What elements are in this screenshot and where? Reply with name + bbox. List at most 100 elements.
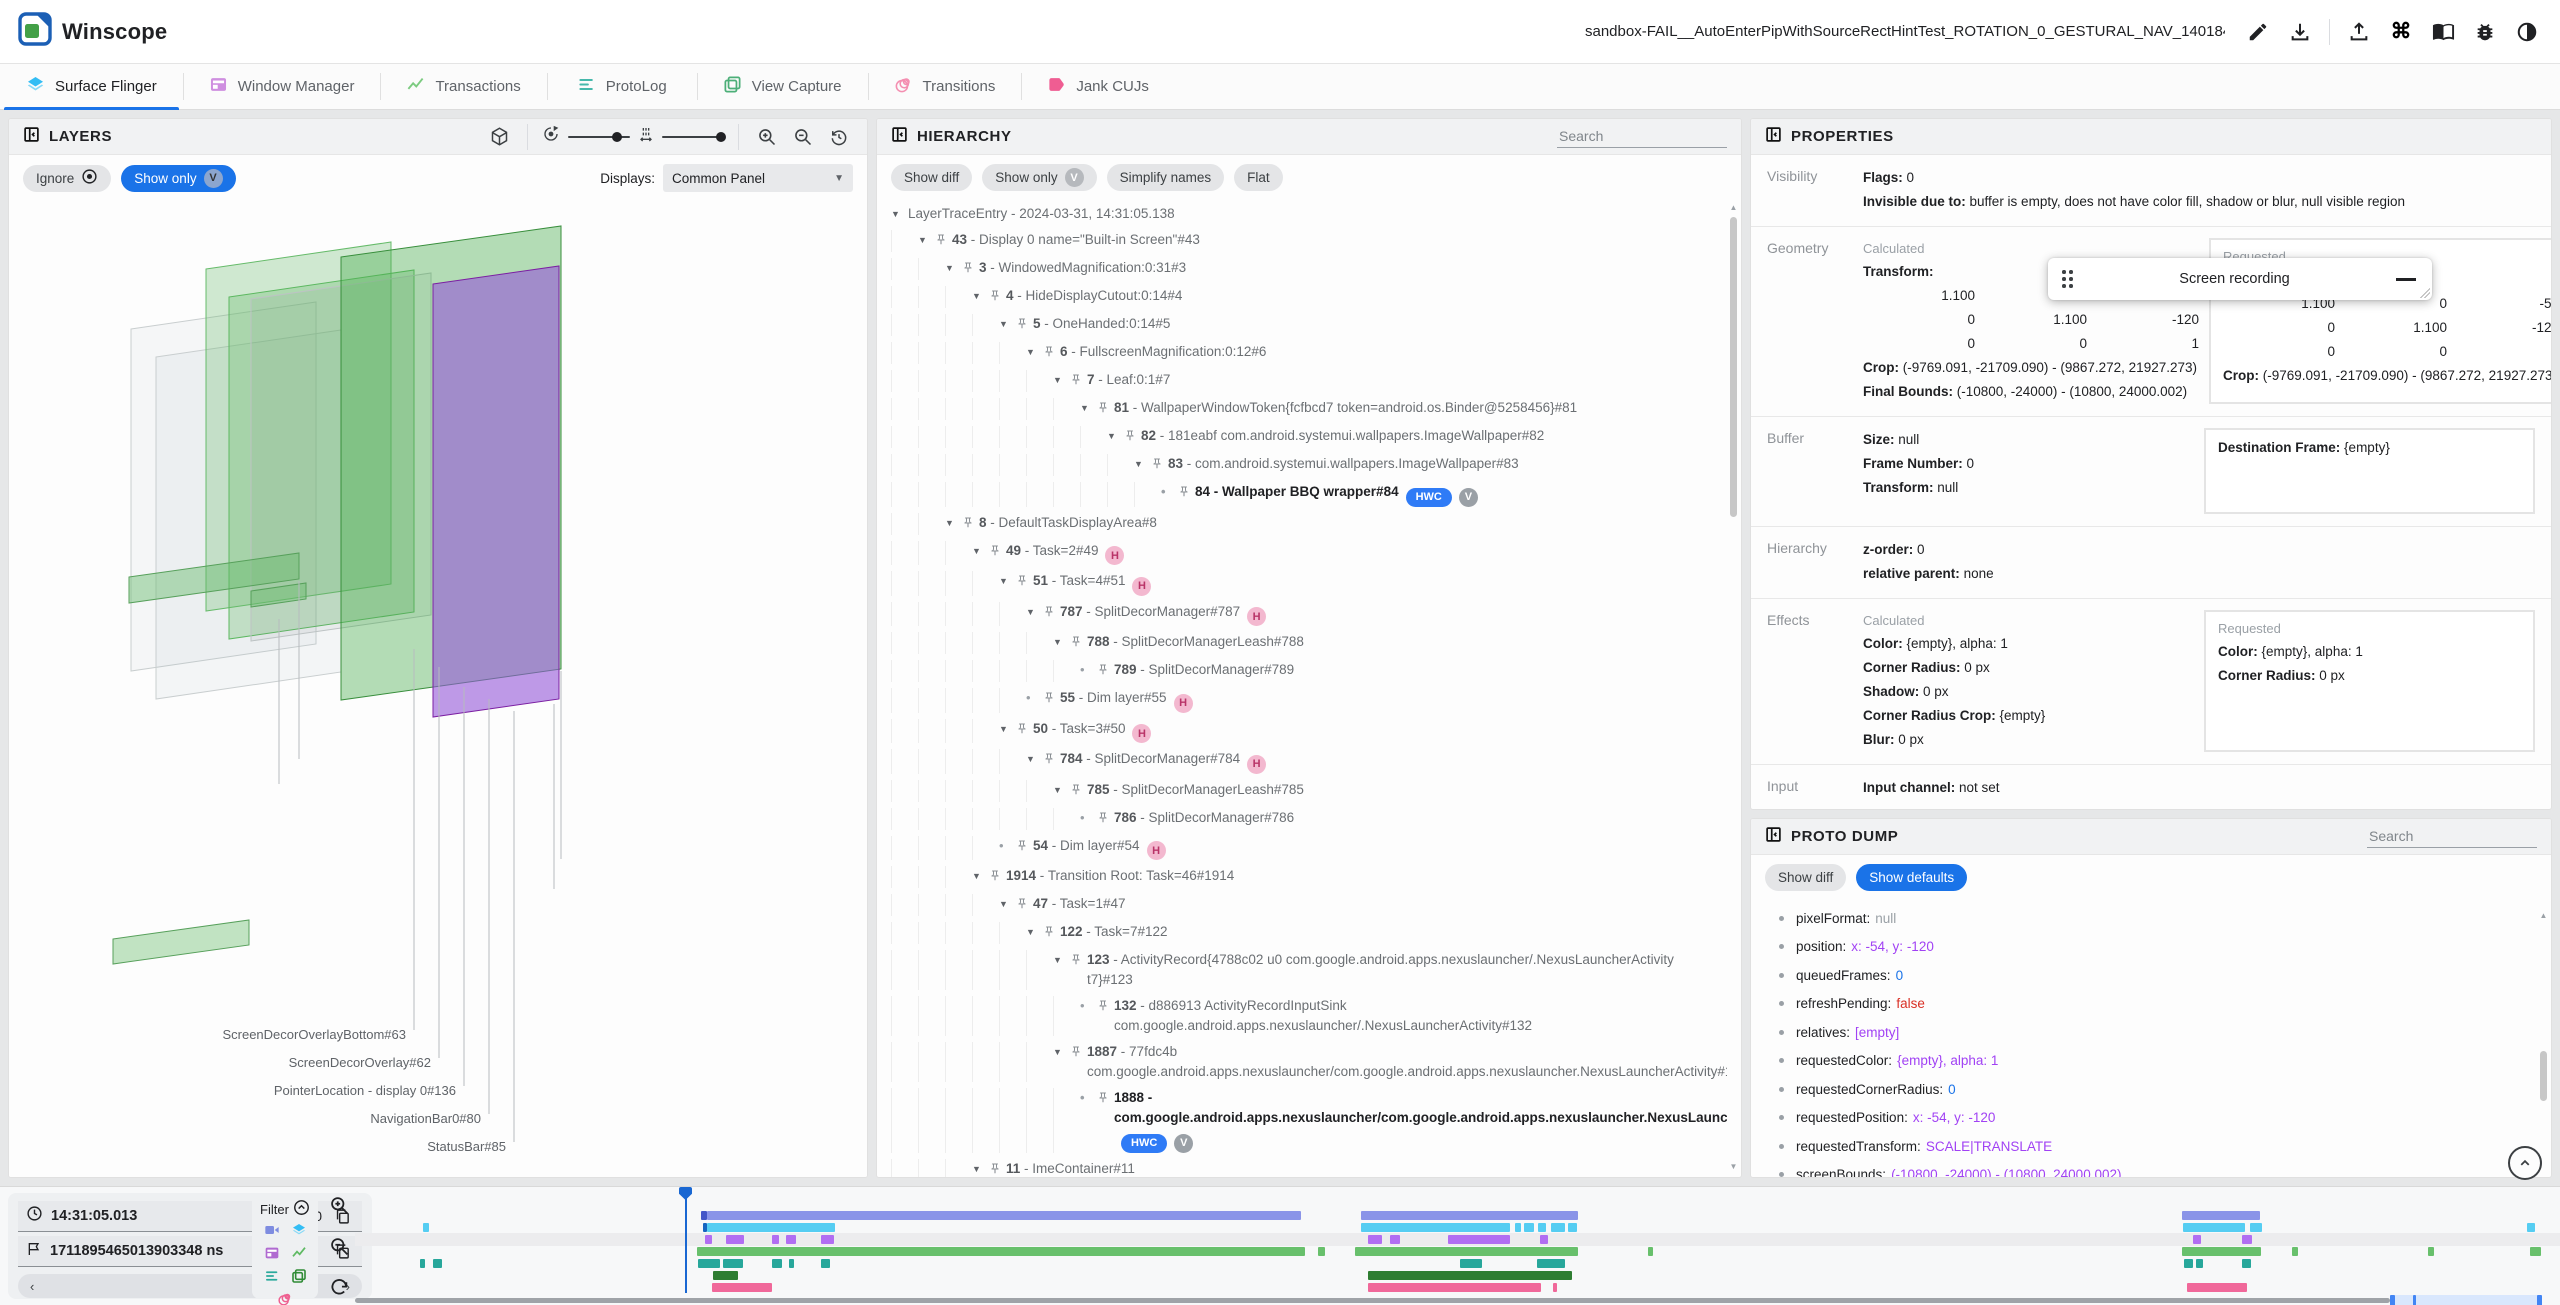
report-bug-button[interactable]	[2466, 13, 2504, 51]
tree-row[interactable]: • 132 - d886913 ActivityRecordInputSink c…	[877, 993, 1727, 1039]
expand-arrow-icon[interactable]: ▼	[1107, 426, 1124, 446]
pin-icon[interactable]	[1151, 454, 1168, 476]
tree-row[interactable]: ▼ 83 - com.android.systemui.wallpapers.Im…	[877, 451, 1727, 479]
pin-icon[interactable]	[1043, 688, 1060, 710]
tab-transactions[interactable]: Transactions	[380, 64, 546, 109]
expand-arrow-icon[interactable]: ▼	[972, 286, 989, 306]
tree-row[interactable]: ▼ 50 - Task=3#50 H	[877, 716, 1727, 747]
hierarchy-search-input[interactable]	[1557, 125, 1727, 148]
layer-label[interactable]: ScreenDecorOverlay#62	[289, 1055, 431, 1070]
minimap-tick[interactable]	[2537, 1295, 2542, 1305]
tree-row[interactable]: • 789 - SplitDecorManager#789	[877, 657, 1727, 685]
pin-icon[interactable]	[1097, 660, 1114, 682]
minimap-tick[interactable]	[2413, 1295, 2416, 1305]
tree-row[interactable]: • 54 - Dim layer#54 H	[877, 833, 1727, 864]
tree-row[interactable]: ▼ 785 - SplitDecorManagerLeash#785	[877, 777, 1727, 805]
tab-protolog[interactable]: ProtoLog	[546, 64, 697, 109]
ignore-chip[interactable]: Ignore	[23, 164, 112, 192]
pin-icon[interactable]	[1016, 571, 1033, 593]
pin-icon[interactable]	[962, 258, 979, 280]
tab-surface-flinger[interactable]: Surface Flinger	[0, 64, 183, 110]
tree-row[interactable]: ▼ 123 - ActivityRecord{4788c02 u0 com.goo…	[877, 947, 1727, 993]
expand-arrow-icon[interactable]: ▼	[972, 866, 989, 886]
tree-row[interactable]: ▼ LayerTraceEntry - 2024-03-31, 14:31:05.…	[877, 201, 1727, 227]
tree-row[interactable]: ▼ 1914 - Transition Root: Task=46#1914	[877, 863, 1727, 891]
pin-icon[interactable]	[1016, 836, 1033, 858]
tree-row[interactable]: ▼ 122 - Task=7#122	[877, 919, 1727, 947]
drag-handle-icon[interactable]	[2062, 270, 2073, 288]
pin-icon[interactable]	[1070, 370, 1087, 392]
layer-label[interactable]: StatusBar#85	[427, 1139, 506, 1154]
resize-grip[interactable]	[2420, 288, 2430, 298]
tree-row[interactable]: ▼ 3 - WindowedMagnification:0:31#3	[877, 255, 1727, 283]
expand-arrow-icon[interactable]: ▼	[918, 230, 935, 250]
tree-row[interactable]: ▼ 1887 - 77fdc4b com.google.android.apps.…	[877, 1039, 1727, 1085]
theme-toggle-button[interactable]	[2508, 13, 2546, 51]
tree-row[interactable]: ▼ 784 - SplitDecorManager#784 H	[877, 746, 1727, 777]
minimap-track[interactable]	[355, 1298, 2390, 1303]
upload-button[interactable]	[2340, 13, 2378, 51]
proto-row[interactable]: screenBounds: (-10800, -24000) - (10800, …	[1779, 1161, 2541, 1177]
tab-view-capture[interactable]: View Capture	[696, 64, 868, 109]
expand-arrow-icon[interactable]: ▼	[1026, 602, 1043, 622]
tree-row[interactable]: ▼ 11 - ImeContainer#11	[877, 1156, 1727, 1178]
tree-row[interactable]: ▼ 47 - Task=1#47	[877, 891, 1727, 919]
proto-row[interactable]: requestedPosition: x: -54, y: -120	[1779, 1104, 2541, 1133]
tree-row[interactable]: ▼ 49 - Task=2#49 H	[877, 538, 1727, 569]
pin-icon[interactable]	[1070, 950, 1087, 972]
download-button[interactable]	[2281, 13, 2319, 51]
rotation-slider[interactable]	[568, 131, 630, 142]
expand-arrow-icon[interactable]: ▼	[999, 314, 1016, 334]
tree-row[interactable]: ▼ 4 - HideDisplayCutout:0:14#4	[877, 283, 1727, 311]
layer-label[interactable]: NavigationBar0#80	[370, 1111, 481, 1126]
tree-row[interactable]: • 55 - Dim layer#55 H	[877, 685, 1727, 716]
tree-row[interactable]: ▼ 787 - SplitDecorManager#787 H	[877, 599, 1727, 630]
pin-icon[interactable]	[1097, 1088, 1114, 1110]
tree-row[interactable]: ▼ 788 - SplitDecorManagerLeash#788	[877, 629, 1727, 657]
timeline-cursor[interactable]	[685, 1189, 687, 1293]
tree-row[interactable]: • 1888 - com.google.android.apps.nexuslau…	[877, 1085, 1727, 1156]
expand-arrow-icon[interactable]: ▼	[999, 894, 1016, 914]
chip-show-defaults[interactable]: Show defaults	[1856, 864, 1968, 891]
pin-icon[interactable]	[989, 541, 1006, 563]
pin-icon[interactable]	[962, 513, 979, 535]
expand-arrow-icon[interactable]: ▼	[945, 258, 962, 278]
pin-icon[interactable]	[1043, 342, 1060, 364]
expand-arrow-icon[interactable]: ▼	[1134, 454, 1151, 474]
expand-arrow-icon[interactable]: ▼	[1053, 780, 1070, 800]
timeline-cursor-marker[interactable]	[679, 1187, 692, 1200]
pin-icon[interactable]	[935, 230, 952, 252]
expand-arrow-icon[interactable]: ▼	[1026, 342, 1043, 362]
expand-arrow-icon[interactable]: ▼	[1053, 1042, 1070, 1062]
expand-arrow-icon[interactable]: ▼	[1080, 398, 1097, 418]
edit-file-button[interactable]	[2239, 13, 2277, 51]
zoom-out-button[interactable]	[789, 123, 817, 151]
expand-arrow-icon[interactable]: ▼	[999, 719, 1016, 739]
tree-row[interactable]: ▼ 51 - Task=4#51 H	[877, 568, 1727, 599]
pin-icon[interactable]	[1097, 996, 1114, 1018]
chip-show-diff[interactable]: Show diff	[1765, 864, 1847, 891]
proto-row[interactable]: requestedCornerRadius: 0	[1779, 1075, 2541, 1104]
chip-show-diff[interactable]: Show diff	[891, 164, 973, 191]
proto-row[interactable]: pixelFormat: null	[1779, 904, 2541, 933]
shortcuts-button[interactable]: ⌘	[2382, 13, 2420, 51]
pin-icon[interactable]	[1097, 398, 1114, 420]
timeline-tracks-canvas[interactable]	[0, 1187, 2560, 1305]
3d-view-icon[interactable]	[485, 123, 513, 151]
screen-recording-overlay[interactable]: Screen recording	[2048, 258, 2432, 300]
docs-button[interactable]	[2424, 13, 2462, 51]
tab-transitions[interactable]: Transitions	[867, 64, 1022, 109]
chip-flat[interactable]: Flat	[1234, 164, 1283, 191]
minimap-tick[interactable]	[2390, 1295, 2395, 1305]
proto-row[interactable]: position: x: -54, y: -120	[1779, 933, 2541, 962]
tree-row[interactable]: ▼ 6 - FullscreenMagnification:0:12#6	[877, 339, 1727, 367]
tree-row[interactable]: ▼ 7 - Leaf:0:1#7	[877, 367, 1727, 395]
expand-arrow-icon[interactable]: ▼	[999, 571, 1016, 591]
expand-arrow-icon[interactable]: ▼	[972, 1159, 989, 1178]
tree-row[interactable]: ▼ 81 - WallpaperWindowToken{fcfbcd7 token…	[877, 395, 1727, 423]
layer-label[interactable]: ScreenDecorOverlayBottom#63	[222, 1027, 406, 1042]
reset-view-button[interactable]	[825, 123, 853, 151]
spacing-slider[interactable]	[662, 131, 726, 142]
layer-label[interactable]: PointerLocation - display 0#136	[274, 1083, 456, 1098]
tree-row[interactable]: ▼ 8 - DefaultTaskDisplayArea#8	[877, 510, 1727, 538]
